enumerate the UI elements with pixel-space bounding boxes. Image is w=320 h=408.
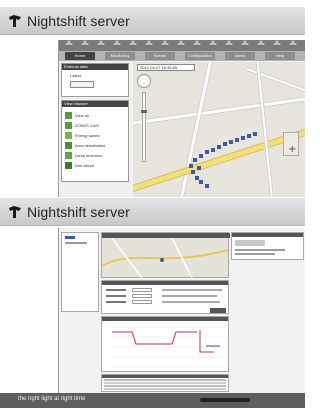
header-bar-secondary: Nightshift server xyxy=(0,198,305,226)
tab-home[interactable]: Home xyxy=(65,52,95,60)
tagline-text: the right light at right time xyxy=(18,396,86,402)
screenshot-detail xyxy=(58,228,305,393)
view-swatch-icon xyxy=(65,151,72,159)
tab-events[interactable]: Events xyxy=(145,52,175,60)
tab-monitoring[interactable]: Monitoring xyxy=(105,52,135,60)
tab-users[interactable]: Users xyxy=(225,52,255,60)
map-zoom-slider[interactable] xyxy=(142,92,146,162)
external-data-panel: External data Latest xyxy=(61,63,129,97)
nightshift-logo-icon xyxy=(9,206,21,218)
map-zoom-handle[interactable] xyxy=(141,110,147,113)
map-clock: 2012-04-07 15:46:59 xyxy=(137,64,195,71)
svg-text:+: + xyxy=(288,144,296,155)
view-swatch-icon xyxy=(65,111,72,119)
dimming-chart xyxy=(101,316,229,372)
tab-help[interactable]: Help xyxy=(265,52,295,60)
view-item[interactable]: ZONES 1/4/5 xyxy=(65,120,105,130)
nightshift-logo-icon xyxy=(9,15,21,27)
view-swatch-icon xyxy=(65,141,72,149)
lamp-markers: + xyxy=(189,132,296,188)
header-title: Nightshift server xyxy=(27,13,130,29)
view-chooser-title: View chooser xyxy=(62,101,128,107)
view-swatch-icon xyxy=(65,161,72,169)
view-chooser-panel: View chooser View all ZONES 1/4/5 Energy… xyxy=(61,100,129,182)
header-bar: Nightshift server xyxy=(0,7,305,35)
lamp-details-form xyxy=(101,280,229,314)
scroll-indicator[interactable] xyxy=(200,398,250,402)
external-data-item[interactable]: Latest xyxy=(62,70,128,78)
view-item[interactable]: Dim failure xyxy=(65,160,105,170)
data-table xyxy=(101,374,229,392)
header-title: Nightshift server xyxy=(27,204,130,220)
view-item[interactable]: Area deactivated xyxy=(65,140,105,150)
page: { "header1": { "title": "Nightshift serv… xyxy=(0,0,305,408)
tab-configuration[interactable]: Configuration xyxy=(185,52,215,60)
view-item[interactable]: View all xyxy=(65,110,105,120)
map-pan-control[interactable] xyxy=(137,74,151,88)
view-swatch-icon xyxy=(65,121,72,129)
tagline-bar: the right light at right time xyxy=(0,393,305,408)
tab-bar: Home Monitoring Events Configuration Use… xyxy=(59,51,305,61)
view-item[interactable]: Energy saved xyxy=(65,130,105,140)
nav-decoration xyxy=(59,40,305,51)
view-item[interactable]: Lamp inventory xyxy=(65,150,105,160)
tree-panel xyxy=(61,232,99,312)
view-swatch-icon xyxy=(65,131,72,139)
side-info-panel xyxy=(231,232,304,260)
map-thumbnail[interactable] xyxy=(101,232,230,278)
map-view[interactable]: + 2012-04-07 15:46:59 xyxy=(133,62,305,197)
external-data-select[interactable] xyxy=(70,81,94,88)
screenshot-monitoring: Home Monitoring Events Configuration Use… xyxy=(58,40,305,197)
